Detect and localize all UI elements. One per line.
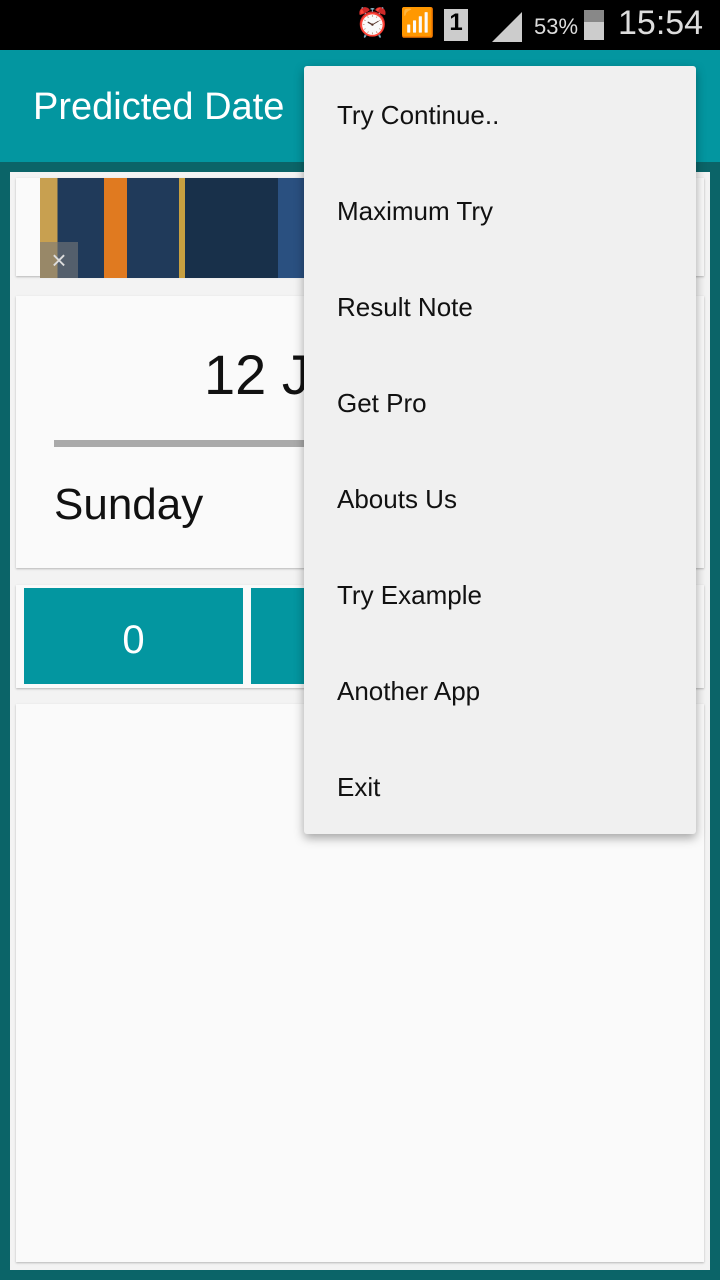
menu-item-result-note[interactable]: Result Note: [304, 258, 696, 354]
battery-icon: [584, 10, 604, 40]
menu-item-try-example[interactable]: Try Example: [304, 546, 696, 642]
ad-image[interactable]: [40, 178, 330, 278]
overflow-menu: Try Continue.. Maximum Try Result Note G…: [304, 66, 696, 834]
menu-item-another-app[interactable]: Another App: [304, 642, 696, 738]
signal-icon: [492, 12, 522, 42]
status-bar: ⏰ 📶 1 53% 15:54: [0, 0, 720, 50]
battery-text: 53%: [534, 14, 579, 39]
sim-1-icon: 1: [444, 9, 468, 41]
menu-item-get-pro[interactable]: Get Pro: [304, 354, 696, 450]
wifi-icon: 📶: [400, 7, 435, 38]
page-title: Predicted Date: [33, 86, 285, 128]
predicted-date: 12 J: [204, 343, 310, 406]
menu-item-maximum-try[interactable]: Maximum Try: [304, 162, 696, 258]
close-ad-icon[interactable]: ×: [40, 242, 78, 278]
counter-button[interactable]: 0: [24, 588, 243, 684]
menu-item-try-continue[interactable]: Try Continue..: [304, 66, 696, 162]
menu-item-exit[interactable]: Exit: [304, 738, 696, 834]
clock: 15:54: [618, 4, 704, 42]
alarm-icon: ⏰: [355, 7, 390, 38]
predicted-day: Sunday: [54, 480, 204, 529]
menu-item-abouts-us[interactable]: Abouts Us: [304, 450, 696, 546]
